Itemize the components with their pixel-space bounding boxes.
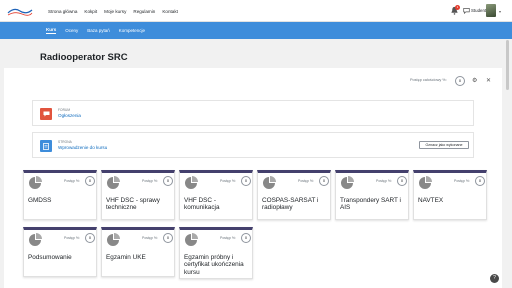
tile-progress-label: Postęp %: bbox=[64, 179, 80, 183]
activity-link-announcements[interactable]: Ogłoszenia bbox=[58, 113, 81, 118]
section-tile[interactable]: Postęp %: 0 Transpondery SART i AIS bbox=[335, 170, 409, 220]
tile-progress-indicator: 0 bbox=[85, 233, 95, 243]
nav-my-courses[interactable]: Moje kursy bbox=[104, 9, 126, 14]
activity-type: STRONA bbox=[58, 140, 72, 144]
overall-progress-indicator: 0 bbox=[455, 76, 465, 86]
pie-chart-icon bbox=[29, 176, 42, 189]
tile-progress-label: Postęp %: bbox=[454, 179, 470, 183]
tile-progress-indicator: 0 bbox=[241, 233, 251, 243]
course-navbar: Kurs Oceny Baza pytań Kompetencje bbox=[0, 22, 512, 39]
tile-progress-indicator: 0 bbox=[163, 233, 173, 243]
section-tile[interactable]: Postęp %: 0 Egzamin UKE bbox=[101, 227, 175, 277]
tile-progress-label: Postęp %: bbox=[64, 236, 80, 240]
chat-icon[interactable] bbox=[463, 7, 470, 14]
tile-title[interactable]: Transpondery SART i AIS bbox=[340, 197, 406, 212]
section-tile[interactable]: Postęp %: 0 Egzamin próbny i certyfikat … bbox=[179, 227, 253, 279]
nav-home[interactable]: Strona główna bbox=[48, 9, 77, 14]
close-icon[interactable]: ✕ bbox=[486, 77, 491, 84]
section-tile[interactable]: Postęp %: 0 Podsumowanie bbox=[23, 227, 97, 277]
tab-question-bank[interactable]: Baza pytań bbox=[87, 28, 110, 33]
tile-title[interactable]: VHF DSC - sprawy techniczne bbox=[106, 197, 172, 212]
tile-progress-label: Postęp %: bbox=[220, 179, 236, 183]
mark-as-done-button[interactable]: Oznacz jako wykonane bbox=[419, 141, 469, 149]
chevron-down-icon[interactable]: ▾ bbox=[499, 9, 501, 14]
tile-title[interactable]: Podsumowanie bbox=[28, 254, 94, 261]
tile-progress-label: Postęp %: bbox=[376, 179, 392, 183]
activity-type: FORUM bbox=[58, 108, 71, 112]
course-navigation: Kurs Oceny Baza pytań Kompetencje bbox=[46, 22, 145, 39]
tile-progress-label: Postęp %: bbox=[220, 236, 236, 240]
tab-grades[interactable]: Oceny bbox=[65, 28, 78, 33]
tile-progress-indicator: 0 bbox=[163, 176, 173, 186]
tile-progress-label: Postęp %: bbox=[142, 236, 158, 240]
tile-progress-indicator: 0 bbox=[397, 176, 407, 186]
section-tile[interactable]: Postęp %: 0 GMDSS bbox=[23, 170, 97, 220]
pie-chart-icon bbox=[107, 176, 120, 189]
activity-forum[interactable]: FORUM Ogłoszenia bbox=[32, 100, 474, 126]
tile-progress-label: Postęp %: bbox=[298, 179, 314, 183]
user-avatar[interactable] bbox=[486, 4, 496, 17]
tile-title[interactable]: GMDSS bbox=[28, 197, 94, 204]
tile-title[interactable]: VHF DSC - komunikacja bbox=[184, 197, 250, 212]
notification-badge: 1 bbox=[455, 5, 460, 10]
section-tile[interactable]: Postęp %: 0 VHF DSC - sprawy techniczne bbox=[101, 170, 175, 220]
section-tile[interactable]: Postęp %: 0 COSPAS-SARSAT i radiopławy bbox=[257, 170, 331, 220]
primary-navigation: Strona główna Kokpit Moje kursy Regulami… bbox=[48, 0, 178, 22]
activity-link-introduction[interactable]: Wprowadzenie do kursu bbox=[58, 145, 107, 150]
nav-dashboard[interactable]: Kokpit bbox=[84, 9, 97, 14]
tile-progress-label: Postęp %: bbox=[142, 179, 158, 183]
pie-chart-icon bbox=[185, 233, 198, 246]
user-name[interactable]: Student bbox=[471, 8, 486, 13]
help-button[interactable]: ? bbox=[490, 274, 499, 283]
tile-progress-indicator: 0 bbox=[85, 176, 95, 186]
tab-competencies[interactable]: Kompetencje bbox=[119, 28, 145, 33]
site-logo[interactable] bbox=[6, 4, 34, 17]
gear-icon[interactable]: ⚙ bbox=[472, 77, 477, 84]
pie-chart-icon bbox=[107, 233, 120, 246]
tile-title[interactable]: COSPAS-SARSAT i radiopławy bbox=[262, 197, 328, 212]
pie-chart-icon bbox=[341, 176, 354, 189]
pie-chart-icon bbox=[263, 176, 276, 189]
section-tile[interactable]: Postęp %: 0 NAVTEX bbox=[413, 170, 487, 220]
pie-chart-icon bbox=[185, 176, 198, 189]
activity-page[interactable]: STRONA Wprowadzenie do kursu Oznacz jako… bbox=[32, 132, 474, 158]
tile-title[interactable]: NAVTEX bbox=[418, 197, 484, 204]
tile-title[interactable]: Egzamin próbny i certyfikat ukończenia k… bbox=[184, 254, 250, 276]
tile-progress-indicator: 0 bbox=[319, 176, 329, 186]
top-navbar: Strona główna Kokpit Moje kursy Regulami… bbox=[0, 0, 512, 22]
section-tile[interactable]: Postęp %: 0 VHF DSC - komunikacja bbox=[179, 170, 253, 220]
tile-title[interactable]: Egzamin UKE bbox=[106, 254, 172, 261]
pie-chart-icon bbox=[419, 176, 432, 189]
page-title: Radiooperator SRC bbox=[40, 52, 128, 63]
overall-progress-label: Postęp całościowy %: bbox=[410, 78, 447, 82]
scrollbar[interactable] bbox=[506, 40, 509, 90]
forum-icon bbox=[40, 108, 52, 120]
tile-progress-indicator: 0 bbox=[241, 176, 251, 186]
tile-progress-indicator: 0 bbox=[475, 176, 485, 186]
pie-chart-icon bbox=[29, 233, 42, 246]
page-icon bbox=[40, 140, 52, 152]
nav-contact[interactable]: Kontakt bbox=[162, 9, 178, 14]
tab-course[interactable]: Kurs bbox=[46, 27, 57, 34]
nav-regulations[interactable]: Regulamin bbox=[133, 9, 155, 14]
